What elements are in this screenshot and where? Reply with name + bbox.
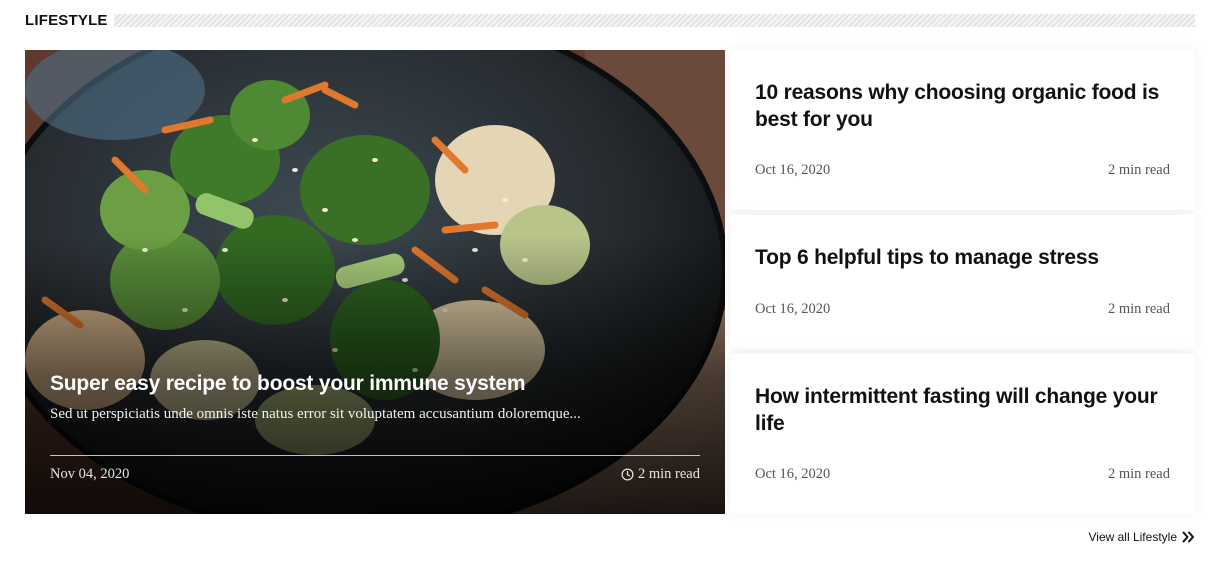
- clock-icon: [621, 468, 634, 481]
- featured-date: Nov 04, 2020: [50, 466, 130, 482]
- article-read-time: 2 min read: [1107, 162, 1170, 178]
- double-chevron-right-icon: [1182, 531, 1194, 543]
- article-meta: Oct 16, 2020 2 min read: [755, 301, 1170, 318]
- view-all-label[interactable]: View all Lifestyle: [1089, 530, 1178, 544]
- featured-content: Super easy recipe to boost your immune s…: [50, 370, 700, 423]
- featured-divider: [50, 455, 700, 456]
- article-card-3[interactable]: How intermittent fasting will change you…: [731, 354, 1195, 514]
- article-meta: Oct 16, 2020 2 min read: [755, 162, 1170, 179]
- article-card-2[interactable]: Top 6 helpful tips to manage stress Oct …: [731, 215, 1195, 349]
- featured-read-time-label: 2 min read: [637, 466, 700, 482]
- article-date: Oct 16, 2020: [755, 301, 831, 317]
- featured-title[interactable]: Super easy recipe to boost your immune s…: [50, 370, 700, 397]
- image-overlay: [25, 50, 725, 514]
- section-divider: [113, 13, 1195, 27]
- featured-meta: Nov 04, 2020 2 min read: [50, 466, 700, 483]
- featured-article[interactable]: Super easy recipe to boost your immune s…: [25, 50, 725, 514]
- article-read-time: 2 min read: [1107, 301, 1170, 317]
- article-meta: Oct 16, 2020 2 min read: [755, 466, 1170, 483]
- section-title: LIFESTYLE: [25, 11, 108, 29]
- section-header: LIFESTYLE: [25, 10, 1195, 30]
- article-title[interactable]: Top 6 helpful tips to manage stress: [755, 244, 1173, 271]
- featured-excerpt: Sed ut perspiciatis unde omnis iste natu…: [50, 406, 581, 423]
- article-read-time: 2 min read: [1107, 466, 1170, 482]
- article-date: Oct 16, 2020: [755, 466, 831, 482]
- article-date: Oct 16, 2020: [755, 162, 831, 178]
- article-card-1[interactable]: 10 reasons why choosing organic food is …: [731, 50, 1195, 210]
- article-title[interactable]: How intermittent fasting will change you…: [755, 383, 1173, 437]
- article-title[interactable]: 10 reasons why choosing organic food is …: [755, 79, 1173, 133]
- view-all-link[interactable]: View all Lifestyle: [1089, 530, 1196, 544]
- featured-read-time: 2 min read: [621, 466, 700, 483]
